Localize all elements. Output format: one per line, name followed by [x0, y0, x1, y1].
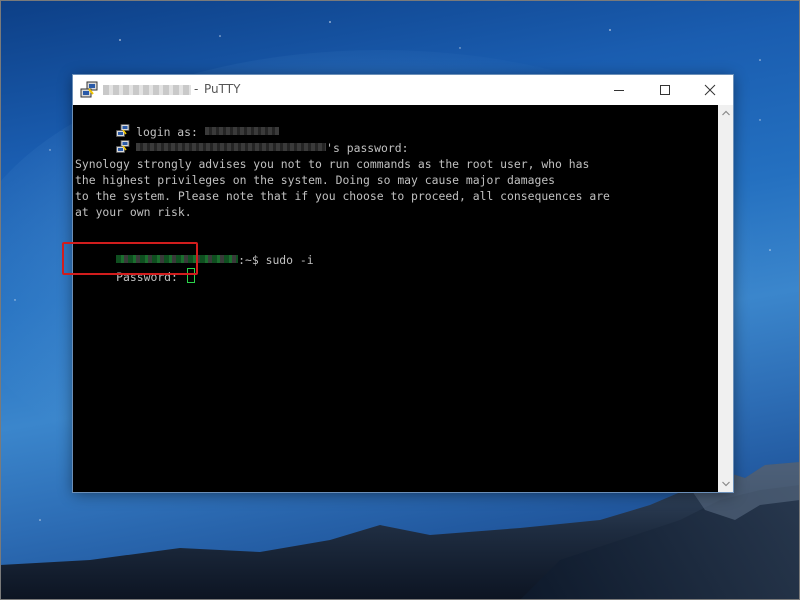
warning-line: to the system. Please note that if you c… — [75, 189, 610, 203]
minimize-button[interactable] — [596, 75, 642, 105]
command-text: sudo -i — [265, 253, 314, 267]
window-title: PuTTY — [204, 82, 241, 96]
text-cursor[interactable] — [186, 268, 195, 283]
putty-icon — [116, 140, 130, 153]
login-line: login as: — [75, 108, 279, 139]
redacted-user-host — [136, 143, 327, 151]
maximize-button[interactable] — [642, 75, 688, 105]
password-prompt: 's password: — [326, 141, 409, 155]
title-bar[interactable]: - PuTTY — [73, 75, 733, 105]
maximize-icon — [660, 85, 670, 95]
minimize-icon — [614, 90, 624, 91]
warning-line: at your own risk. — [75, 205, 192, 219]
warning-line: Synology strongly advises you not to run… — [75, 157, 590, 171]
vertical-scrollbar[interactable] — [718, 105, 733, 492]
putty-window[interactable]: - PuTTY login as: 's password: Synology … — [72, 74, 734, 493]
terminal-console[interactable]: login as: 's password: Synology strongly… — [73, 105, 718, 492]
warning-line: the highest privileges on the system. Do… — [75, 173, 556, 187]
sudo-password-line[interactable]: Password: — [75, 252, 195, 284]
putty-icon[interactable] — [80, 81, 98, 99]
close-button[interactable] — [687, 75, 733, 105]
close-icon — [704, 84, 716, 96]
password-request-line: 's password: — [75, 124, 408, 155]
scroll-up-arrow-icon[interactable] — [722, 110, 730, 116]
shell-prompt-suffix: :~$ — [238, 253, 266, 267]
sudo-password-prompt: Password: — [116, 270, 185, 284]
title-separator: - — [194, 82, 199, 96]
scroll-down-arrow-icon[interactable] — [722, 481, 730, 487]
shell-command-line: :~$ sudo -i — [75, 236, 314, 267]
redacted-hostname — [103, 85, 191, 95]
